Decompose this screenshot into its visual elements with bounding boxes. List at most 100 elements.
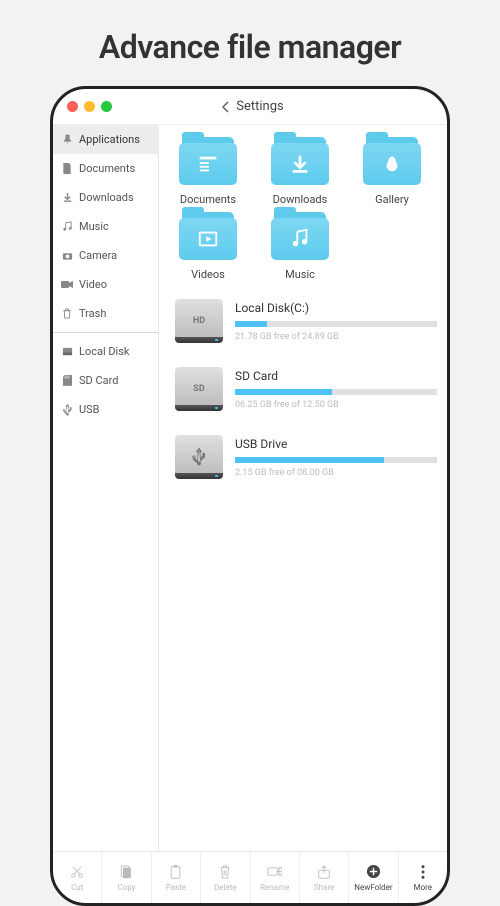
sidebar-item-sd-card[interactable]: SD Card — [53, 366, 158, 395]
drive-icon — [175, 435, 223, 479]
sidebar-item-applications[interactable]: Applications — [53, 125, 158, 154]
sidebar-item-downloads[interactable]: Downloads — [53, 183, 158, 212]
sidebar-item-label: SD Card — [79, 374, 118, 387]
folder-label: Videos — [191, 268, 225, 281]
storage-detail: 21.78 GB free of 24.89 GB — [235, 332, 437, 342]
sidebar-item-label: USB — [79, 403, 100, 416]
folder-label: Downloads — [273, 193, 328, 206]
video-icon — [61, 279, 73, 291]
doc-icon — [61, 163, 73, 175]
maximize-icon[interactable] — [101, 101, 112, 112]
folder-label: Documents — [180, 193, 236, 206]
folder-icon — [271, 137, 329, 185]
copy-button[interactable]: Copy — [102, 852, 151, 903]
sidebar-item-documents[interactable]: Documents — [53, 154, 158, 183]
download-icon — [61, 192, 73, 204]
tool-label: Paste — [166, 883, 186, 892]
folder-grid: Documents Downloads Gallery Videos Music — [165, 137, 441, 281]
folder-icon — [179, 212, 237, 260]
app-title: Advance file manager — [0, 0, 500, 86]
tool-label: Copy — [118, 883, 136, 892]
sidebar-item-label: Downloads — [79, 191, 134, 204]
storage-sd-card[interactable]: SD SD Card 06.25 GB free of 12.50 GB — [175, 367, 437, 411]
minimize-icon[interactable] — [84, 101, 95, 112]
more-icon — [415, 864, 431, 880]
sidebar-item-label: Trash — [79, 307, 106, 320]
copy-icon — [119, 864, 135, 880]
tool-label: More — [414, 883, 432, 892]
share-icon — [316, 864, 332, 880]
storage-info: USB Drive 2.15 GB free of 08.00 GB — [235, 437, 437, 478]
music-icon — [61, 221, 73, 233]
chevron-left-icon — [221, 101, 230, 113]
storage-info: SD Card 06.25 GB free of 12.50 GB — [235, 369, 437, 410]
sidebar-item-label: Video — [79, 278, 107, 291]
toolbar: Cut Copy Paste Delete Rename Share NewFolder Mo… — [53, 851, 447, 903]
folder-gallery[interactable]: Gallery — [349, 137, 435, 206]
usb-icon — [61, 404, 73, 416]
storage-name: USB Drive — [235, 437, 437, 451]
folder-videos[interactable]: Videos — [165, 212, 251, 281]
tool-label: NewFolder — [354, 883, 392, 892]
delete-button[interactable]: Delete — [201, 852, 250, 903]
sidebar-item-video[interactable]: Video — [53, 270, 158, 299]
folder-label: Gallery — [375, 193, 409, 206]
close-icon[interactable] — [67, 101, 78, 112]
rename-button[interactable]: Rename — [251, 852, 300, 903]
pin-icon — [61, 134, 73, 146]
folder-music[interactable]: Music — [257, 212, 343, 281]
main-panel: Documents Downloads Gallery Videos Music HD … — [159, 125, 447, 851]
cut-button[interactable]: Cut — [53, 852, 102, 903]
storage-list: HD Local Disk(C:) 21.78 GB free of 24.89… — [165, 299, 441, 479]
cut-icon — [69, 864, 85, 880]
sidebar-item-label: Camera — [79, 249, 117, 262]
header-back[interactable]: Settings — [118, 99, 387, 114]
storage-name: Local Disk(C:) — [235, 301, 437, 315]
phone-frame: Settings Applications Documents Downloads M… — [50, 86, 450, 906]
sidebar-item-usb[interactable]: USB — [53, 395, 158, 424]
folder-label: Music — [285, 268, 315, 281]
folder-icon — [271, 212, 329, 260]
paste-button[interactable]: Paste — [152, 852, 201, 903]
header-title: Settings — [236, 99, 283, 114]
storage-progress — [235, 389, 437, 395]
content-area: Applications Documents Downloads Music Camer… — [53, 125, 447, 851]
sidebar: Applications Documents Downloads Music Camer… — [53, 125, 159, 851]
tool-label: Rename — [260, 883, 289, 892]
sidebar-item-local-disk[interactable]: Local Disk — [53, 337, 158, 366]
sidebar-item-camera[interactable]: Camera — [53, 241, 158, 270]
share-button[interactable]: Share — [300, 852, 349, 903]
sidebar-item-label: Documents — [79, 162, 135, 175]
folder-downloads[interactable]: Downloads — [257, 137, 343, 206]
add-icon — [365, 864, 381, 880]
tool-label: Share — [314, 883, 334, 892]
storage-detail: 2.15 GB free of 08.00 GB — [235, 468, 437, 478]
camera-icon — [61, 250, 73, 262]
tool-label: Cut — [71, 883, 83, 892]
trash-icon — [61, 308, 73, 320]
storage-progress — [235, 321, 437, 327]
storage-progress — [235, 457, 437, 463]
drive-icon: HD — [175, 299, 223, 343]
titlebar: Settings — [53, 89, 447, 125]
drive-icon: SD — [175, 367, 223, 411]
sidebar-item-trash[interactable]: Trash — [53, 299, 158, 328]
sidebar-item-label: Local Disk — [79, 345, 130, 358]
storage-info: Local Disk(C:) 21.78 GB free of 24.89 GB — [235, 301, 437, 342]
folder-icon — [363, 137, 421, 185]
folder-documents[interactable]: Documents — [165, 137, 251, 206]
storage-usb-drive[interactable]: USB Drive 2.15 GB free of 08.00 GB — [175, 435, 437, 479]
sidebar-divider — [53, 332, 158, 333]
sd-icon — [61, 375, 73, 387]
paste-icon — [168, 864, 184, 880]
disk-icon — [61, 346, 73, 358]
storage-local-disk-c-[interactable]: HD Local Disk(C:) 21.78 GB free of 24.89… — [175, 299, 437, 343]
more-button[interactable]: More — [399, 852, 447, 903]
sidebar-item-label: Applications — [79, 133, 140, 146]
storage-detail: 06.25 GB free of 12.50 GB — [235, 400, 437, 410]
sidebar-item-music[interactable]: Music — [53, 212, 158, 241]
storage-name: SD Card — [235, 369, 437, 383]
sidebar-item-label: Music — [79, 220, 109, 233]
newfolder-button[interactable]: NewFolder — [349, 852, 398, 903]
tool-label: Delete — [214, 883, 237, 892]
